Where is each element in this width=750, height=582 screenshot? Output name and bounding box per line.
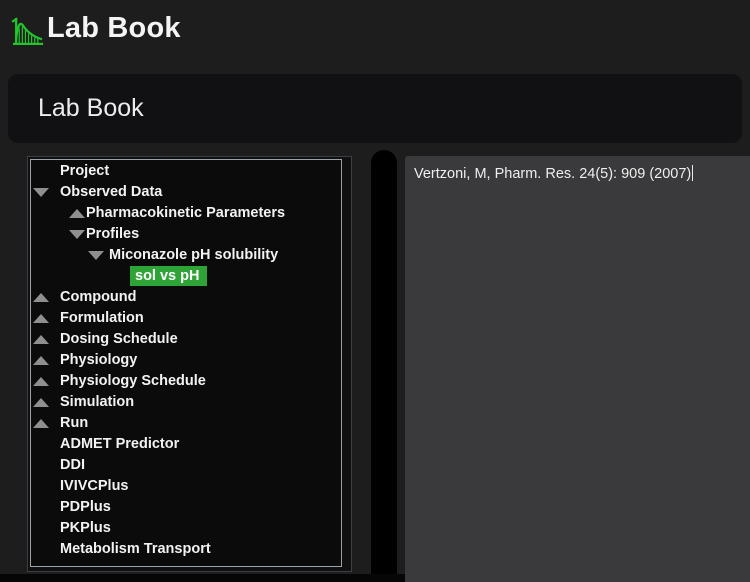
tree-item-label: Physiology Schedule [60,373,206,389]
tree-item-label: PKPlus [60,520,111,536]
notes-text: Vertzoni, M, Pharm. Res. 24(5): 909 (200… [414,166,691,182]
tree-item-physiology[interactable]: Physiology [31,350,341,371]
text-caret [692,165,693,181]
collapsed-node-arrow-icon[interactable] [69,209,85,218]
expanded-node-arrow-icon[interactable] [69,230,85,239]
tree-item-pkplus[interactable]: PKPlus [31,518,341,539]
tree-item-admet-predictor[interactable]: ADMET Predictor [31,434,341,455]
tree-item-dosing-schedule[interactable]: Dosing Schedule [31,329,341,350]
lab-book-tree[interactable]: Project Observed Data Pharmacokinetic Para… [30,159,342,567]
tree-item-formulation[interactable]: Formulation [31,308,341,329]
tree-item-compound[interactable]: Compound [31,287,341,308]
page-title: Lab Book [38,74,144,143]
tree-item-label: Metabolism Transport [60,541,211,557]
expanded-node-arrow-icon[interactable] [33,188,49,197]
tree-item-label: PDPlus [60,499,111,515]
collapsed-node-arrow-icon[interactable] [33,398,49,407]
app-title: Lab Book [47,12,181,45]
collapsed-node-arrow-icon[interactable] [33,377,49,386]
tree-item-pharmacokinetic-parameters[interactable]: Pharmacokinetic Parameters [31,203,341,224]
tree-item-run[interactable]: Run [31,413,341,434]
expanded-node-arrow-icon[interactable] [88,251,104,260]
page-header: Lab Book [8,74,742,143]
bottom-edge [0,574,405,582]
tree-item-simulation[interactable]: Simulation [31,392,341,413]
lab-book-window: Lab Book Lab Book Project Observed Data Ph… [0,0,750,582]
tree-item-ddi[interactable]: DDI [31,455,341,476]
collapsed-node-arrow-icon[interactable] [33,314,49,323]
notes-editor[interactable]: Vertzoni, M, Pharm. Res. 24(5): 909 (200… [405,156,750,582]
tree-item-label: Physiology [60,352,137,368]
app-titlebar: Lab Book [0,0,750,64]
tree-item-observed-data[interactable]: Observed Data [31,182,341,203]
tree-panel-frame: Project Observed Data Pharmacokinetic Para… [27,156,352,572]
tree-item-label: Observed Data [60,184,162,200]
tree-item-project[interactable]: Project [31,161,341,182]
tree-item-label: Miconazole pH solubility [109,247,278,263]
collapsed-node-arrow-icon[interactable] [33,293,49,302]
tree-item-metabolism-transport[interactable]: Metabolism Transport [31,539,341,560]
tree-item-pdplus[interactable]: PDPlus [31,497,341,518]
tree-item-physiology-schedule[interactable]: Physiology Schedule [31,371,341,392]
collapsed-node-arrow-icon[interactable] [33,419,49,428]
tree-item-label-selected: sol vs pH [130,266,207,286]
tree-item-profiles[interactable]: Profiles [31,224,341,245]
tree-item-miconazole-ph-solubility[interactable]: Miconazole pH solubility [31,245,341,266]
tree-item-label: Compound [60,289,137,305]
tree-item-label: DDI [60,457,85,473]
tree-item-label: IVIVCPlus [60,478,129,494]
panel-splitter[interactable] [371,150,397,582]
tree-item-label: ADMET Predictor [60,436,179,452]
collapsed-node-arrow-icon[interactable] [33,335,49,344]
tree-item-label: Pharmacokinetic Parameters [86,205,285,221]
tree-item-label: Run [60,415,88,431]
tree-item-label: Project [60,163,109,179]
tree-item-label: Profiles [86,226,139,242]
pk-curve-chart-icon [11,15,44,48]
tree-item-label: Simulation [60,394,134,410]
tree-item-label: Dosing Schedule [60,331,178,347]
collapsed-node-arrow-icon[interactable] [33,356,49,365]
tree-item-ivivcplus[interactable]: IVIVCPlus [31,476,341,497]
tree-item-label: Formulation [60,310,144,326]
tree-item-sol-vs-ph[interactable]: sol vs pH [31,266,341,287]
